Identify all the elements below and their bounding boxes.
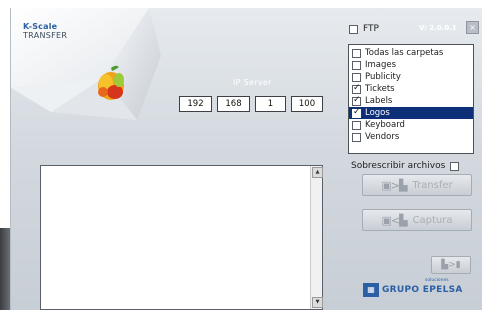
folder-label: Labels [365, 96, 393, 106]
folder-checkbox[interactable] [352, 95, 361, 106]
fruit-logo-icon [98, 65, 124, 100]
scale-to-pc-icon: ▣<▙ [381, 213, 407, 227]
company-mark-icon: ▦ [363, 283, 379, 297]
ip-octet-1-input[interactable]: 192 [179, 96, 212, 112]
folder-checkbox[interactable] [352, 120, 361, 130]
log-scrollbar[interactable]: ▲ ▼ [310, 166, 323, 309]
folder-label: Tickets [365, 84, 395, 94]
app-window: K-Scale TRANSFER V: 2.0.0.1 × FTP Todas … [10, 8, 482, 310]
folder-item[interactable]: Vendors [349, 131, 473, 143]
transfer-button[interactable]: ▣>▙ Transfer [362, 174, 472, 196]
folder-item[interactable]: Images [349, 59, 473, 71]
folder-checkbox[interactable] [352, 60, 361, 70]
ftp-option[interactable]: FTP [349, 24, 379, 34]
ftp-checkbox[interactable] [349, 24, 358, 34]
transfer-label: Transfer [412, 179, 453, 191]
folder-checkbox[interactable] [352, 72, 361, 82]
folder-label: Keyboard [365, 120, 405, 130]
close-button[interactable]: × [466, 21, 479, 34]
ftp-label: FTP [363, 24, 379, 34]
pc-to-scale-icon: ▣>▙ [381, 178, 407, 192]
folder-label: Publicity [365, 72, 401, 82]
overwrite-label: Sobrescribir archivos [351, 161, 446, 171]
ip-octet-3-input[interactable]: 1 [255, 96, 286, 112]
scroll-up-icon[interactable]: ▲ [312, 167, 323, 178]
folder-label: Logos [365, 108, 390, 118]
folder-list[interactable]: Todas las carpetas Images Publicity Tick… [348, 44, 474, 154]
scale-export-button[interactable]: ▙>▮ [431, 256, 471, 274]
folder-label: Vendors [365, 132, 400, 142]
folder-item[interactable]: Labels [349, 95, 473, 107]
folder-item[interactable]: Publicity [349, 71, 473, 83]
company-logo: ▦ GRUPO EPELSA [363, 283, 463, 297]
overwrite-checkbox[interactable] [450, 161, 460, 171]
folder-checkbox[interactable] [352, 83, 361, 94]
log-textarea[interactable]: ▲ ▼ [40, 165, 323, 310]
ip-octet-4-input[interactable]: 100 [291, 96, 323, 112]
folder-checkbox[interactable] [352, 48, 361, 58]
folder-checkbox[interactable] [352, 132, 361, 142]
folder-item[interactable]: Keyboard [349, 119, 473, 131]
brand-title: K-Scale [23, 22, 58, 31]
ip-octet-2-input[interactable]: 168 [217, 96, 250, 112]
folder-item[interactable]: Logos [349, 107, 473, 119]
ip-server-label: IP Server [233, 78, 272, 87]
close-icon: × [469, 23, 476, 32]
folder-item[interactable]: Todas las carpetas [349, 47, 473, 59]
version-label: V: 2.0.0.1 [419, 24, 457, 32]
folder-label: Todas las carpetas [365, 48, 444, 58]
folder-label: Images [365, 60, 397, 70]
window-edge-strip [0, 228, 10, 310]
folder-item[interactable]: Tickets [349, 83, 473, 95]
capture-label: Captura [412, 214, 453, 226]
capture-button[interactable]: ▣<▙ Captura [362, 209, 472, 231]
scale-export-icon: ▙>▮ [441, 260, 461, 270]
company-name: GRUPO EPELSA [382, 285, 463, 295]
overwrite-option[interactable]: Sobrescribir archivos [351, 161, 464, 171]
scroll-down-icon[interactable]: ▼ [312, 297, 323, 308]
folder-checkbox[interactable] [352, 107, 361, 118]
brand-subtitle: TRANSFER [23, 31, 68, 40]
